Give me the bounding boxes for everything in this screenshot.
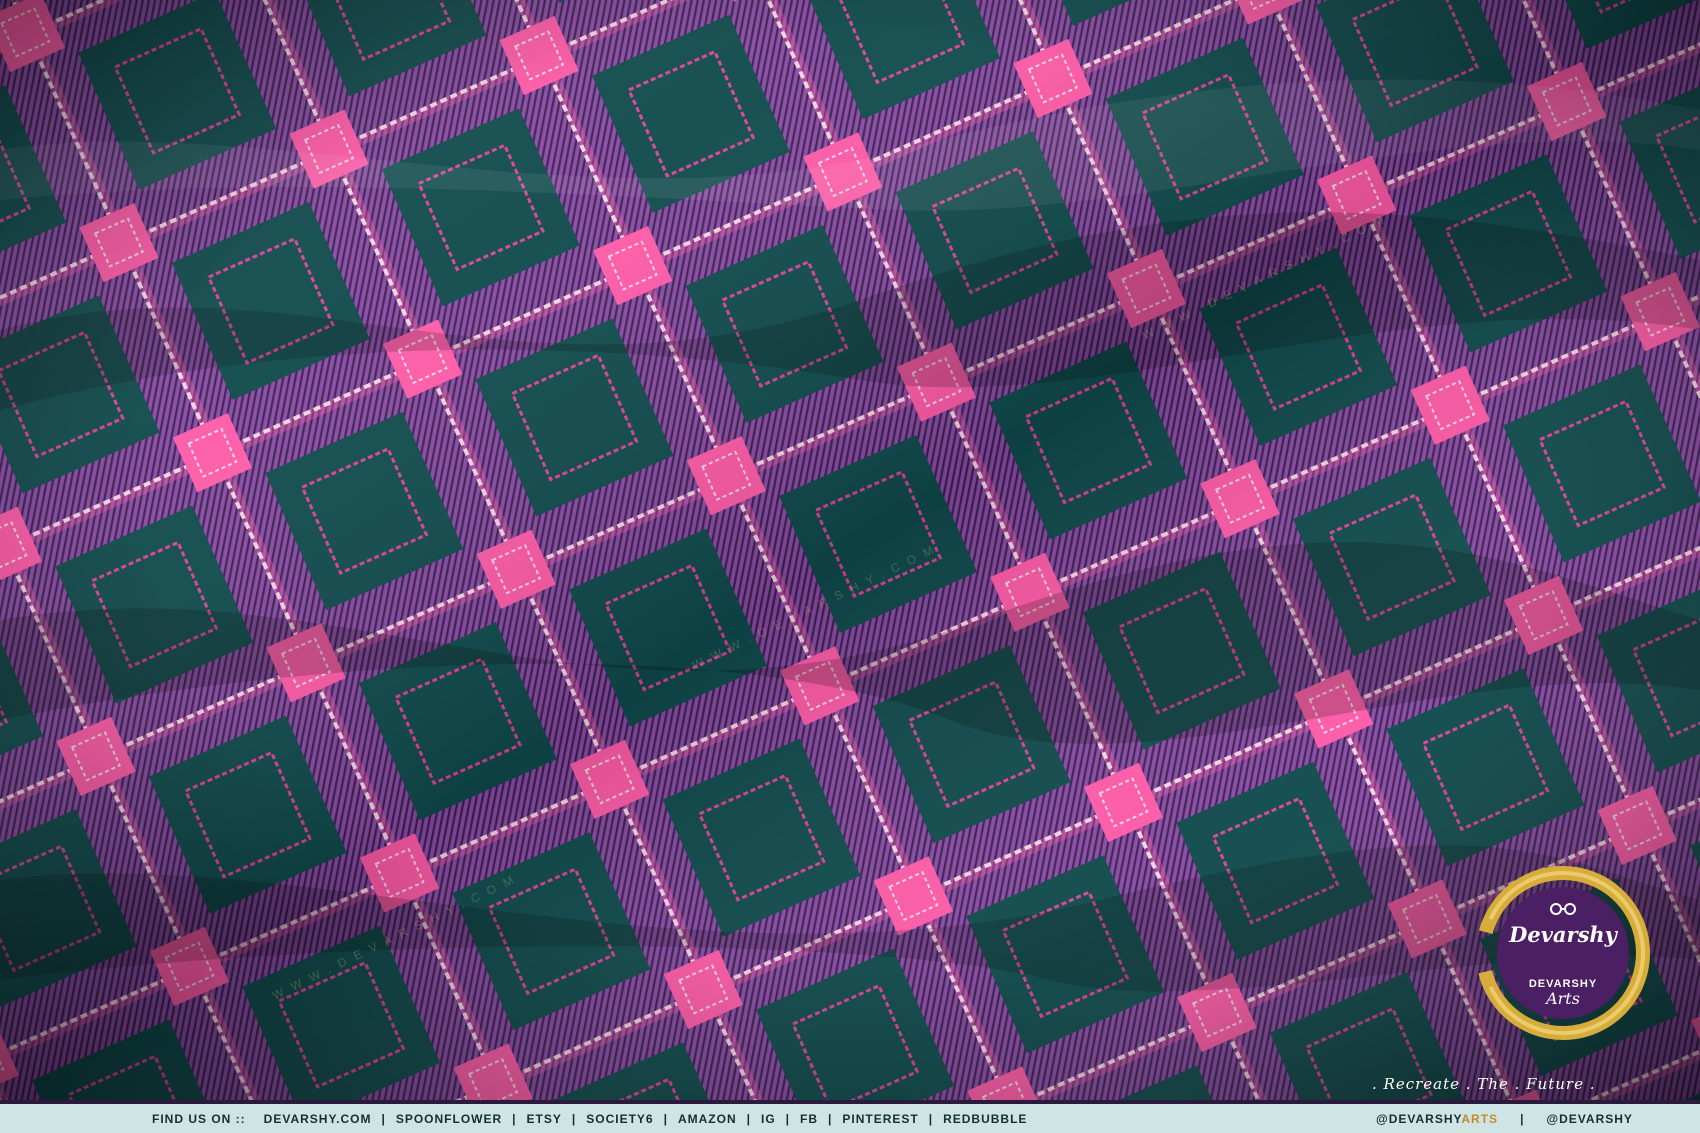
footer-separator: | <box>1520 1111 1525 1126</box>
social-handles: @DEVARSHYARTS | @DEVARSHY <box>1376 1112 1633 1126</box>
footer-links: DEVARSHY.COM | SPOONFLOWER | ETSY | SOCI… <box>264 1112 1028 1126</box>
footer-separator: | <box>381 1111 386 1126</box>
fabric-mockup: WWW.DEVARSHY.COM WWW.DEVARSHY.COM WWW.DE… <box>0 0 1700 1133</box>
tagline: . Recreate . The . Future . <box>1372 1075 1596 1093</box>
footer-separator: | <box>928 1111 934 1126</box>
link-fb[interactable]: FB <box>800 1112 818 1126</box>
brand-badge: Devarshy DEVARSHY Arts <box>1468 858 1658 1048</box>
link-etsy[interactable]: ETSY <box>527 1112 562 1126</box>
handle-arts-suffix: ARTS <box>1461 1111 1499 1126</box>
link-pinterest[interactable]: PINTEREST <box>842 1112 918 1126</box>
link-spoonflower[interactable]: SPOONFLOWER <box>396 1112 502 1126</box>
handle-devarshy[interactable]: @DEVARSHY <box>1546 1112 1633 1126</box>
handle-arts-prefix: @DEVARSHY <box>1376 1111 1462 1126</box>
footer-separator: | <box>512 1111 517 1126</box>
footer-separator: | <box>571 1111 577 1126</box>
footer-lead: FIND US ON :: <box>152 1111 246 1126</box>
plaid-fabric-image <box>0 0 1700 1100</box>
footer-separator: | <box>746 1111 751 1126</box>
footer-separator: | <box>828 1111 833 1126</box>
handle-devarshyarts[interactable]: @DEVARSHYARTS <box>1376 1112 1498 1126</box>
footer-separator: | <box>785 1111 791 1126</box>
footer-bar: FIND US ON :: DEVARSHY.COM | SPOONFLOWER… <box>0 1104 1700 1133</box>
footer-separator: | <box>663 1111 668 1126</box>
link-devarshy-com[interactable]: DEVARSHY.COM <box>264 1112 372 1126</box>
link-ig[interactable]: IG <box>761 1112 776 1126</box>
devarshy-logo-icon <box>1550 903 1576 915</box>
badge-brand-name: Devarshy <box>1509 922 1617 947</box>
link-redbubble[interactable]: REDBUBBLE <box>943 1112 1027 1126</box>
link-society6[interactable]: SOCIETY6 <box>586 1112 653 1126</box>
badge-arts: Arts <box>1546 989 1580 1008</box>
link-amazon[interactable]: AMAZON <box>678 1112 737 1126</box>
